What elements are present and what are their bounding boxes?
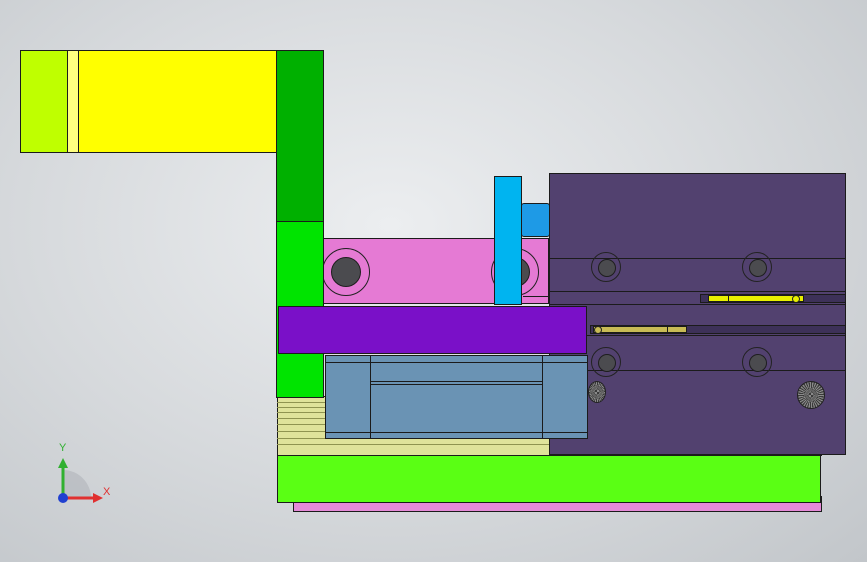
- axis-triad: X Y: [45, 440, 125, 515]
- vertical-plate-upper: [276, 50, 324, 222]
- cylinder-body: [549, 173, 846, 455]
- axis-y-label: Y: [59, 442, 67, 454]
- rod-end-ring: [792, 295, 800, 303]
- mounting-hole: [742, 252, 772, 282]
- slide-block-edge: [325, 432, 588, 433]
- top-bracket-side: [20, 50, 68, 153]
- axis-x-label: X: [103, 486, 111, 498]
- mounting-hole: [742, 347, 772, 377]
- mounting-hole: [591, 252, 621, 282]
- slide-block-edge: [370, 381, 542, 382]
- mounting-hole: [591, 347, 621, 377]
- slide-block-edge: [370, 355, 371, 439]
- rod-joint: [667, 326, 668, 333]
- cylinder-edge: [549, 291, 846, 292]
- knurled-screw: [797, 381, 825, 409]
- rod-end-ring: [594, 326, 602, 334]
- cylinder-edge: [549, 304, 846, 305]
- slide-block: [325, 355, 588, 439]
- cylinder-edge: [549, 335, 846, 336]
- axis-triad-graphic: [58, 458, 103, 503]
- blue-stub: [521, 203, 550, 237]
- knurled-screw: [588, 381, 606, 403]
- top-bracket-strip: [67, 50, 79, 153]
- slide-block-edge: [370, 384, 542, 385]
- yellow-rod: [708, 295, 804, 302]
- tan-rod: [593, 326, 687, 333]
- blue-post: [494, 176, 522, 305]
- base-plate: [277, 455, 821, 503]
- cad-graphics-viewport[interactable]: X Y: [0, 0, 867, 562]
- slide-block-edge: [542, 355, 543, 439]
- pink-block-edge: [523, 296, 549, 297]
- violet-bar: [278, 306, 587, 354]
- rod-joint: [728, 295, 729, 302]
- slide-block-edge: [325, 362, 588, 363]
- pink-block-hole: [322, 248, 370, 296]
